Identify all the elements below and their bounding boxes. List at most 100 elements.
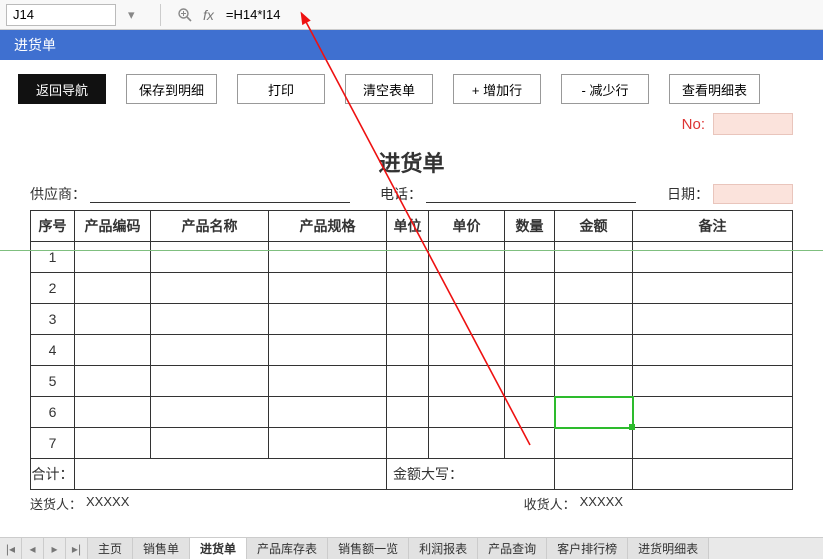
cell[interactable]: [269, 366, 387, 397]
cell[interactable]: [555, 242, 633, 273]
cell[interactable]: [387, 242, 429, 273]
phone-field[interactable]: [426, 185, 636, 203]
fx-icon[interactable]: fx: [203, 7, 214, 23]
sheet-tab[interactable]: 进货单: [190, 538, 247, 559]
cell[interactable]: [387, 304, 429, 335]
cell[interactable]: [429, 273, 505, 304]
cell[interactable]: [151, 397, 269, 428]
add-row-button[interactable]: + 增加行: [453, 74, 541, 104]
sum-label: 合计：: [31, 459, 75, 490]
sheet-tabstrip: |◂ ◂ ▸ ▸| 主页销售单进货单产品库存表销售额一览利润报表产品查询客户排行…: [0, 537, 823, 559]
tab-first-icon[interactable]: |◂: [0, 538, 22, 559]
cell[interactable]: [151, 428, 269, 459]
sheet-tab[interactable]: 销售单: [133, 538, 190, 559]
cell[interactable]: [75, 273, 151, 304]
cell[interactable]: [429, 335, 505, 366]
cell[interactable]: [387, 335, 429, 366]
sheet-tab[interactable]: 产品查询: [478, 538, 547, 559]
formula-input[interactable]: [222, 4, 817, 26]
cell[interactable]: [269, 397, 387, 428]
delete-row-button[interactable]: - 减少行: [561, 74, 649, 104]
cell[interactable]: [429, 242, 505, 273]
sheet-tab[interactable]: 销售额一览: [328, 538, 409, 559]
cell[interactable]: [429, 304, 505, 335]
cell[interactable]: [555, 366, 633, 397]
th-spec: 产品规格: [269, 211, 387, 242]
table-row: 7: [31, 428, 793, 459]
cell[interactable]: [269, 335, 387, 366]
sheet-tab[interactable]: 进货明细表: [628, 538, 709, 559]
cell[interactable]: [387, 273, 429, 304]
cell[interactable]: [555, 304, 633, 335]
cell[interactable]: [75, 242, 151, 273]
cell[interactable]: [555, 273, 633, 304]
cell[interactable]: [269, 304, 387, 335]
cell[interactable]: [505, 366, 555, 397]
cell[interactable]: [633, 273, 793, 304]
cell[interactable]: [387, 428, 429, 459]
receiver-value: XXXXX: [580, 494, 623, 513]
sheet-tab[interactable]: 产品库存表: [247, 538, 328, 559]
print-button[interactable]: 打印: [237, 74, 325, 104]
cell[interactable]: [633, 366, 793, 397]
cell[interactable]: [269, 428, 387, 459]
cell[interactable]: [505, 397, 555, 428]
cell[interactable]: [151, 242, 269, 273]
cell[interactable]: [505, 242, 555, 273]
cell[interactable]: [387, 397, 429, 428]
section-title-bar: 进货单: [0, 30, 823, 60]
cell[interactable]: [269, 273, 387, 304]
cell[interactable]: [429, 397, 505, 428]
save-button[interactable]: 保存到明细: [126, 74, 217, 104]
cell[interactable]: [151, 366, 269, 397]
zoom-icon[interactable]: [177, 7, 193, 23]
row-index: 5: [31, 366, 75, 397]
cell[interactable]: [429, 366, 505, 397]
formula-bar: ▾ fx: [0, 0, 823, 30]
cell[interactable]: [633, 242, 793, 273]
cell[interactable]: [75, 335, 151, 366]
cell[interactable]: [505, 335, 555, 366]
dropdown-icon[interactable]: ▾: [128, 7, 144, 23]
table-row: 5: [31, 366, 793, 397]
view-detail-button[interactable]: 查看明细表: [669, 74, 760, 104]
tab-prev-icon[interactable]: ◂: [22, 538, 44, 559]
sheet-tab[interactable]: 利润报表: [409, 538, 478, 559]
deliver-label: 送货人：: [30, 494, 82, 513]
cell[interactable]: [151, 335, 269, 366]
cell[interactable]: [75, 397, 151, 428]
row-index: 4: [31, 335, 75, 366]
cell[interactable]: [633, 335, 793, 366]
cell[interactable]: [151, 304, 269, 335]
cell[interactable]: [633, 397, 793, 428]
cell[interactable]: [151, 273, 269, 304]
back-button[interactable]: 返回导航: [18, 74, 106, 104]
sheet-tab[interactable]: 客户排行榜: [547, 538, 628, 559]
th-name: 产品名称: [151, 211, 269, 242]
cell[interactable]: [75, 304, 151, 335]
clear-button[interactable]: 清空表单: [345, 74, 433, 104]
cell[interactable]: [633, 428, 793, 459]
supplier-field[interactable]: [90, 185, 350, 203]
cell[interactable]: [269, 242, 387, 273]
cell-reference-input[interactable]: [6, 4, 116, 26]
cell[interactable]: [429, 428, 505, 459]
no-field[interactable]: [713, 113, 793, 135]
tab-last-icon[interactable]: ▸|: [66, 538, 88, 559]
cell[interactable]: [387, 366, 429, 397]
supplier-label: 供应商：: [30, 184, 86, 204]
date-field[interactable]: [713, 184, 793, 204]
date-label: 日期：: [667, 184, 709, 204]
cell[interactable]: [633, 304, 793, 335]
cell[interactable]: [505, 273, 555, 304]
cell[interactable]: [555, 428, 633, 459]
receiver-label: 收货人：: [524, 494, 576, 513]
cell[interactable]: [505, 428, 555, 459]
cell[interactable]: [555, 335, 633, 366]
cell[interactable]: [75, 428, 151, 459]
selected-cell[interactable]: [555, 397, 633, 428]
tab-next-icon[interactable]: ▸: [44, 538, 66, 559]
cell[interactable]: [505, 304, 555, 335]
cell[interactable]: [75, 366, 151, 397]
sheet-tab[interactable]: 主页: [88, 538, 133, 559]
